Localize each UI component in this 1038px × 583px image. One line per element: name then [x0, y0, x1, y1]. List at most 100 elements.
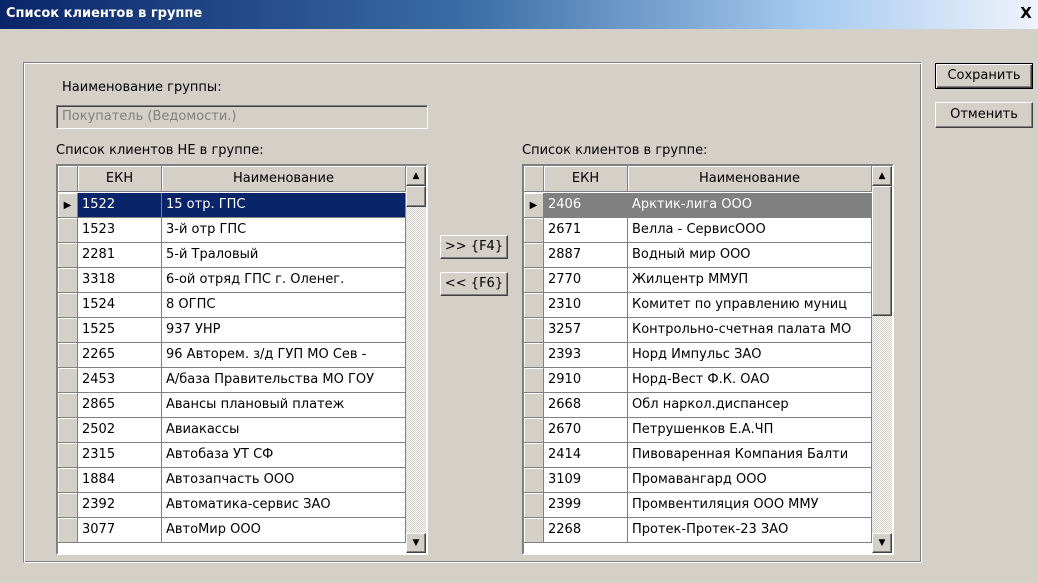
table-row[interactable]: 2393 Норд Импульс ЗАО [524, 343, 872, 368]
name-cell[interactable]: А/база Правительства МО ГОУ [162, 368, 406, 393]
name-cell[interactable]: Промвентиляция ООО ММУ [628, 493, 872, 518]
code-cell[interactable]: 2670 [544, 418, 628, 443]
code-cell[interactable]: 3077 [78, 518, 162, 543]
name-cell[interactable]: 5-й Траловый [162, 243, 406, 268]
code-cell[interactable]: 2502 [78, 418, 162, 443]
code-cell[interactable]: 2865 [78, 393, 162, 418]
code-cell[interactable]: 2671 [544, 218, 628, 243]
add-to-group-button[interactable]: >> {F4} [440, 235, 508, 259]
table-row[interactable]: 2670 Петрушенков Е.А.ЧП [524, 418, 872, 443]
code-cell[interactable]: 2310 [544, 293, 628, 318]
table-row[interactable]: ▶ 1522 15 отр. ГПС [58, 193, 406, 218]
table-row[interactable]: 2392 Автоматика-сервис ЗАО [58, 493, 406, 518]
title-bar[interactable]: Список клиентов в группе X [0, 0, 1038, 29]
name-cell[interactable]: Контрольно-счетная палата МО [628, 318, 872, 343]
table-row[interactable]: 2281 5-й Траловый [58, 243, 406, 268]
code-cell[interactable]: 2392 [78, 493, 162, 518]
name-cell[interactable]: 3-й отр ГПС [162, 218, 406, 243]
remove-from-group-button[interactable]: << {F6} [440, 272, 508, 296]
name-cell[interactable]: Авансы плановый платеж [162, 393, 406, 418]
code-cell[interactable]: 2268 [544, 518, 628, 543]
cancel-button[interactable]: Отменить [935, 102, 1033, 128]
name-cell[interactable]: Арктик-лига ООО [628, 193, 872, 218]
name-cell[interactable]: АвтоМир ООО [162, 518, 406, 543]
code-cell[interactable]: 3318 [78, 268, 162, 293]
name-cell[interactable]: Водный мир ООО [628, 243, 872, 268]
code-cell[interactable]: 2668 [544, 393, 628, 418]
not-in-group-grid[interactable]: ЕКН Наименование ▶ 1522 15 отр. ГПС 1523 3-й… [56, 164, 428, 555]
name-cell[interactable]: Промавангард ООО [628, 468, 872, 493]
scroll-down-icon[interactable]: ▼ [872, 533, 892, 553]
table-row[interactable]: 2887 Водный мир ООО [524, 243, 872, 268]
in-group-grid[interactable]: ЕКН Наименование ▶ 2406 Арктик-лига ООО 267… [522, 164, 894, 555]
vertical-scrollbar[interactable]: ▲ ▼ [872, 166, 892, 553]
code-cell[interactable]: 2414 [544, 443, 628, 468]
name-cell[interactable]: Норд-Вест Ф.К. ОАО [628, 368, 872, 393]
code-cell[interactable]: 2770 [544, 268, 628, 293]
column-header-code[interactable]: ЕКН [544, 166, 628, 192]
close-button[interactable]: X [1016, 4, 1036, 23]
vertical-scrollbar[interactable]: ▲ ▼ [406, 166, 426, 553]
name-cell[interactable]: Автоматика-сервис ЗАО [162, 493, 406, 518]
code-cell[interactable]: 2887 [544, 243, 628, 268]
table-row[interactable]: 2770 Жилцентр ММУП [524, 268, 872, 293]
code-cell[interactable]: 1523 [78, 218, 162, 243]
scroll-thumb[interactable] [872, 186, 892, 316]
code-cell[interactable]: 1884 [78, 468, 162, 493]
table-row[interactable]: 2502 Авиакассы [58, 418, 406, 443]
code-cell[interactable]: 1522 [78, 193, 162, 218]
code-cell[interactable]: 2453 [78, 368, 162, 393]
table-row[interactable]: 2265 96 Авторем. з/д ГУП МО Сев - [58, 343, 406, 368]
code-cell[interactable]: 1524 [78, 293, 162, 318]
scroll-down-icon[interactable]: ▼ [406, 533, 426, 553]
table-row[interactable]: 1523 3-й отр ГПС [58, 218, 406, 243]
table-row[interactable]: 2453 А/база Правительства МО ГОУ [58, 368, 406, 393]
code-cell[interactable]: 2265 [78, 343, 162, 368]
group-name-field[interactable]: Покупатель (Ведомости.) [56, 105, 428, 129]
table-row[interactable]: 3257 Контрольно-счетная палата МО [524, 318, 872, 343]
table-row[interactable]: 3318 6-ой отряд ГПС г. Оленег. [58, 268, 406, 293]
name-cell[interactable]: 96 Авторем. з/д ГУП МО Сев - [162, 343, 406, 368]
name-cell[interactable]: Авиакассы [162, 418, 406, 443]
scroll-up-icon[interactable]: ▲ [872, 166, 892, 186]
code-cell[interactable]: 2399 [544, 493, 628, 518]
name-cell[interactable]: 6-ой отряд ГПС г. Оленег. [162, 268, 406, 293]
table-row[interactable]: 1884 Автозапчасть ООО [58, 468, 406, 493]
column-header-code[interactable]: ЕКН [78, 166, 162, 192]
code-cell[interactable]: 2315 [78, 443, 162, 468]
code-cell[interactable]: 2281 [78, 243, 162, 268]
table-row[interactable]: 1525 937 УНР [58, 318, 406, 343]
table-row[interactable]: 2414 Пивоваренная Компания Балти [524, 443, 872, 468]
scroll-up-icon[interactable]: ▲ [406, 166, 426, 186]
name-cell[interactable]: Жилцентр ММУП [628, 268, 872, 293]
column-header-name[interactable]: Наименование [628, 166, 872, 192]
name-cell[interactable]: Автозапчасть ООО [162, 468, 406, 493]
table-row[interactable]: 2310 Комитет по управлению муниц [524, 293, 872, 318]
name-cell[interactable]: Велла - СервисООО [628, 218, 872, 243]
name-cell[interactable]: Петрушенков Е.А.ЧП [628, 418, 872, 443]
table-row[interactable]: 2671 Велла - СервисООО [524, 218, 872, 243]
name-cell[interactable]: 8 ОГПС [162, 293, 406, 318]
name-cell[interactable]: Обл наркол.диспансер [628, 393, 872, 418]
code-cell[interactable]: 1525 [78, 318, 162, 343]
name-cell[interactable]: Протек-Протек-23 ЗАО [628, 518, 872, 543]
table-row[interactable]: 2315 Автобаза УТ СФ [58, 443, 406, 468]
table-row[interactable]: 2865 Авансы плановый платеж [58, 393, 406, 418]
name-cell[interactable]: Пивоваренная Компания Балти [628, 443, 872, 468]
code-cell[interactable]: 3257 [544, 318, 628, 343]
table-row[interactable]: 3109 Промавангард ООО [524, 468, 872, 493]
table-row[interactable]: 2268 Протек-Протек-23 ЗАО [524, 518, 872, 543]
code-cell[interactable]: 3109 [544, 468, 628, 493]
code-cell[interactable]: 2406 [544, 193, 628, 218]
name-cell[interactable]: Автобаза УТ СФ [162, 443, 406, 468]
table-row[interactable]: 1524 8 ОГПС [58, 293, 406, 318]
table-row[interactable]: 2399 Промвентиляция ООО ММУ [524, 493, 872, 518]
name-cell[interactable]: 15 отр. ГПС [162, 193, 406, 218]
save-button[interactable]: Сохранить [935, 63, 1033, 89]
table-row[interactable]: 3077 АвтоМир ООО [58, 518, 406, 543]
table-row[interactable]: ▶ 2406 Арктик-лига ООО [524, 193, 872, 218]
table-row[interactable]: 2910 Норд-Вест Ф.К. ОАО [524, 368, 872, 393]
scroll-thumb[interactable] [406, 186, 426, 207]
name-cell[interactable]: Норд Импульс ЗАО [628, 343, 872, 368]
code-cell[interactable]: 2910 [544, 368, 628, 393]
